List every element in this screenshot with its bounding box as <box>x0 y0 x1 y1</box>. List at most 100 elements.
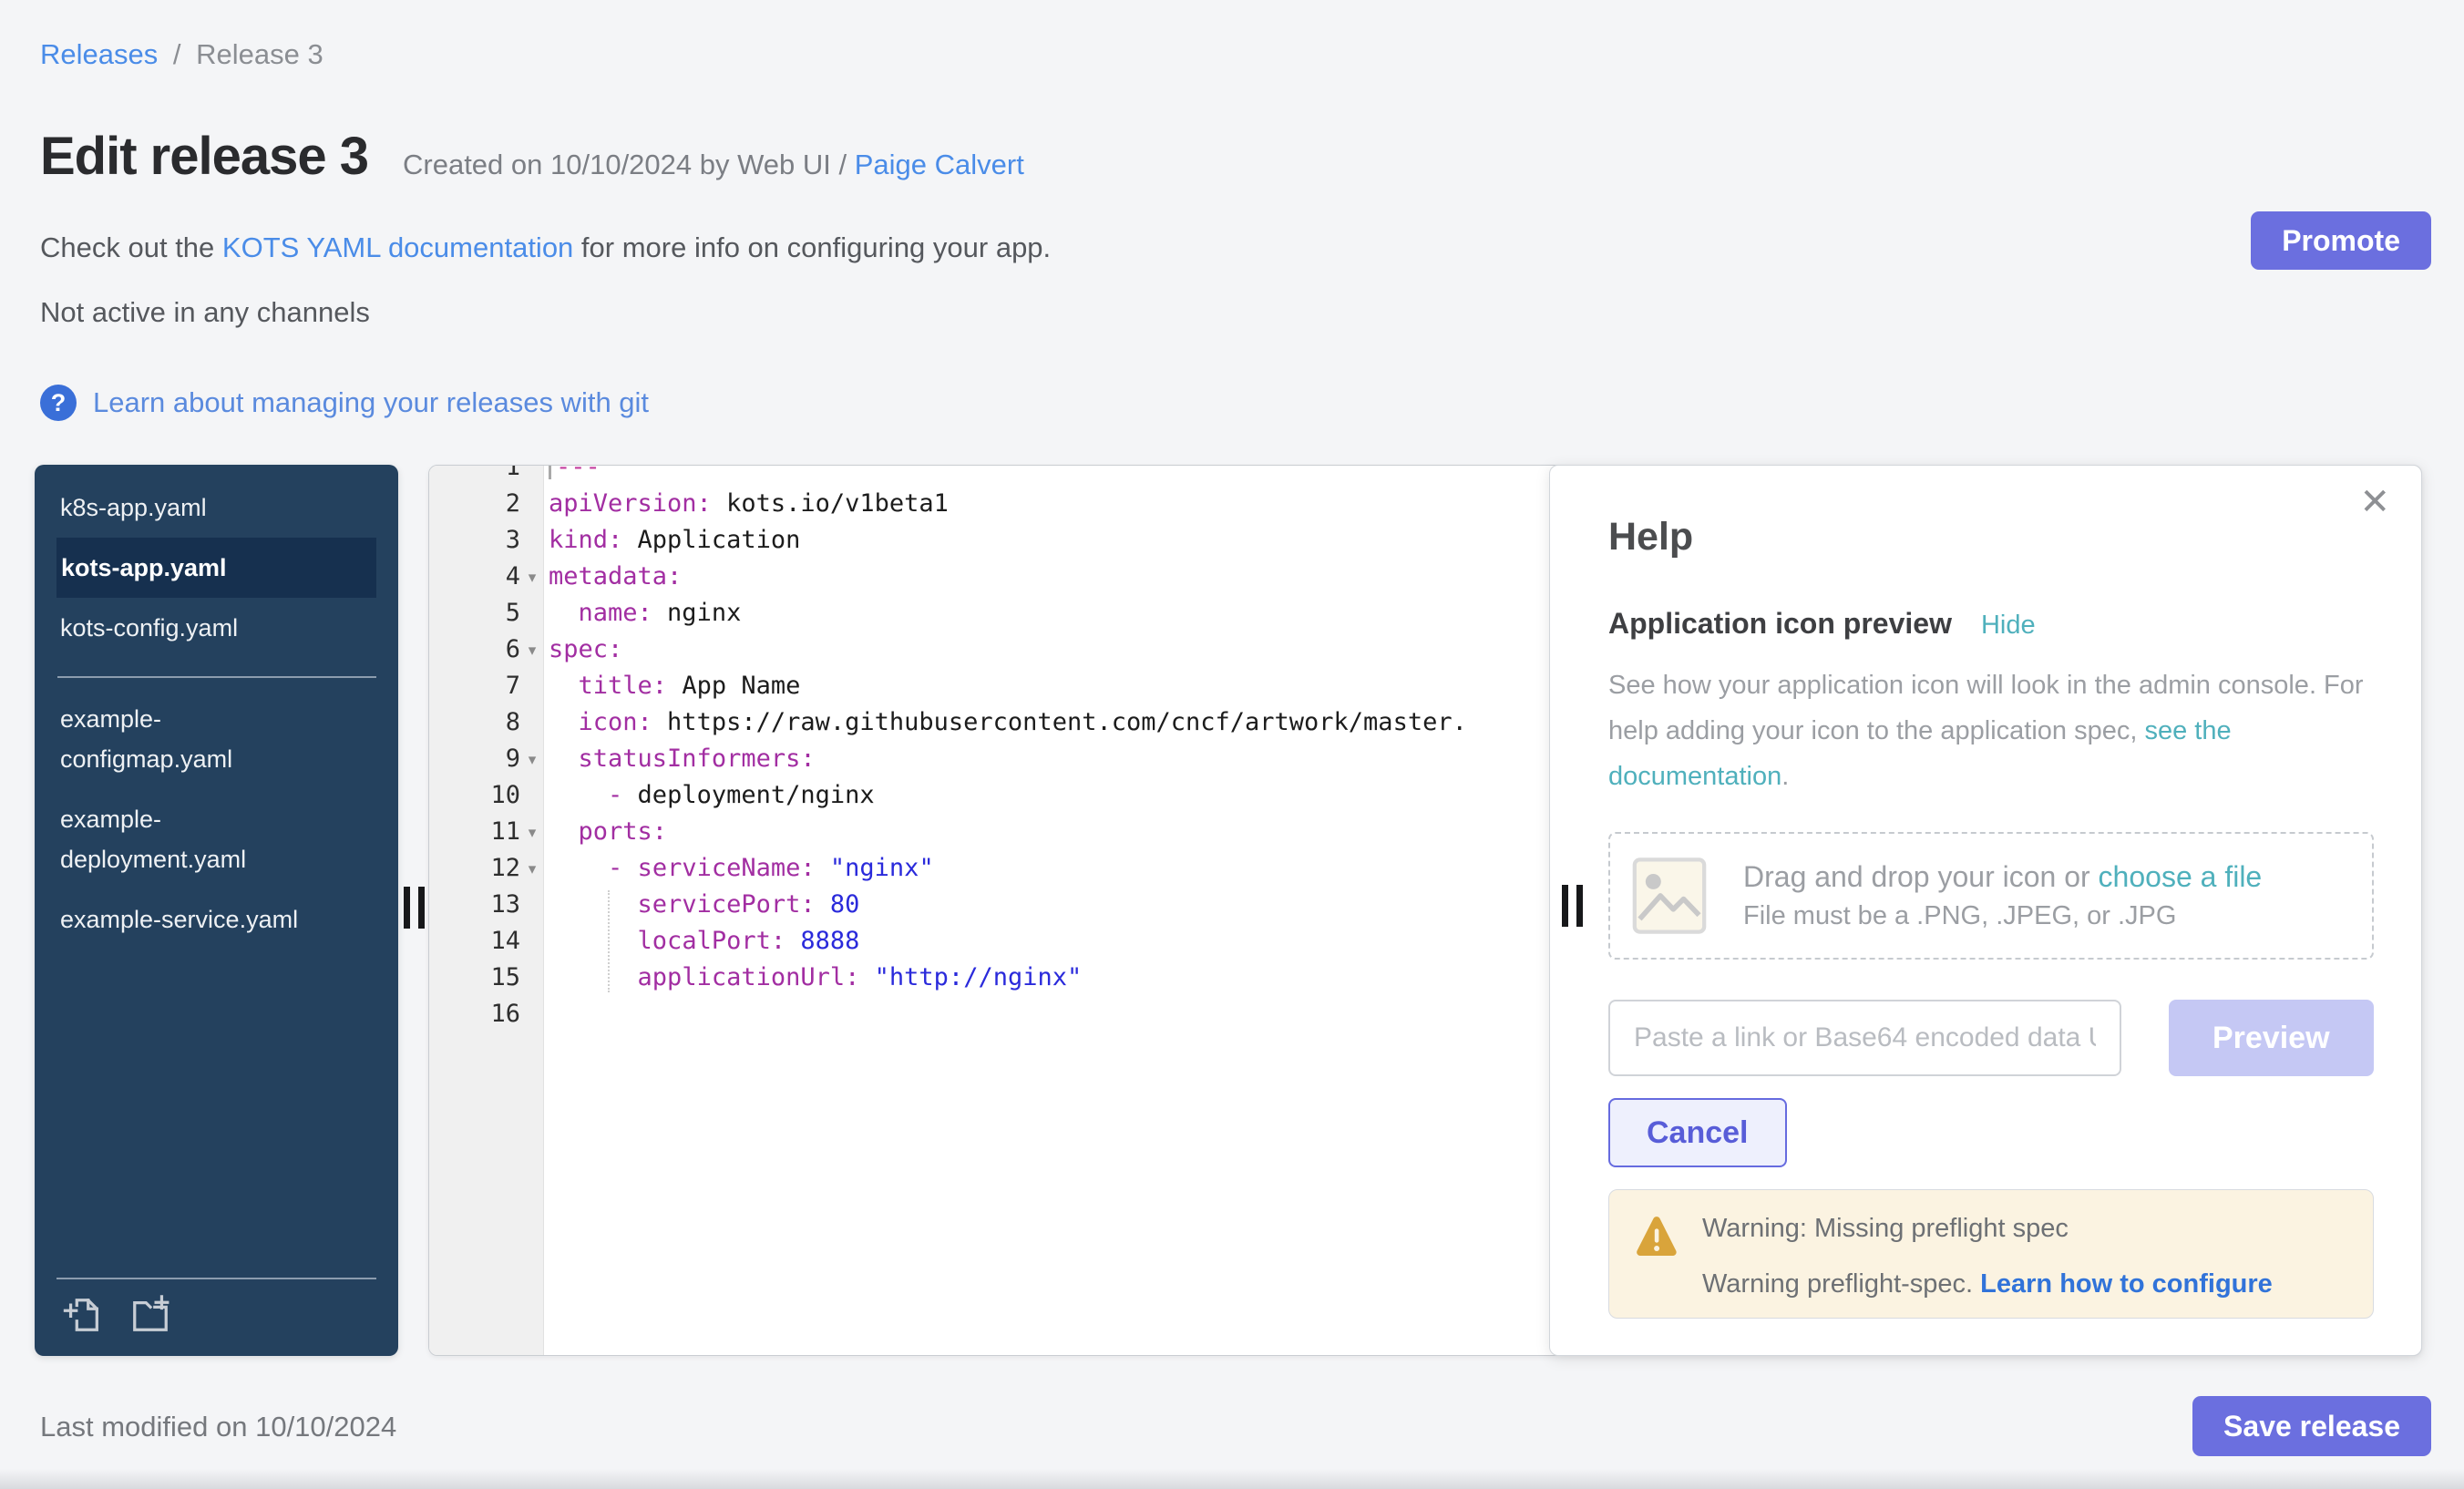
fold-spacer <box>520 595 544 632</box>
file-tree-panel: k8s-app.yamlkots-app.yamlkots-config.yam… <box>35 465 398 1356</box>
last-modified-text: Last modified on 10/10/2024 <box>40 1411 396 1443</box>
fold-spacer <box>520 887 544 923</box>
fold-spacer <box>520 996 544 1032</box>
git-help-link[interactable]: Learn about managing your releases with … <box>93 386 649 419</box>
line-number: 11 <box>429 814 520 850</box>
code-text: spec: <box>544 632 622 668</box>
indent-guide <box>608 890 610 992</box>
new-folder-icon[interactable] <box>129 1294 171 1336</box>
configure-preflight-link[interactable]: Learn how to configure <box>1980 1269 2273 1299</box>
preview-button[interactable]: Preview <box>2169 1000 2374 1076</box>
fold-spacer <box>520 960 544 996</box>
file-tab-kots-config.yaml[interactable]: kots-config.yaml <box>56 598 319 658</box>
fold-spacer <box>520 465 544 486</box>
fold-spacer <box>520 704 544 741</box>
line-number: 1 <box>429 465 520 486</box>
page: Releases / Release 3 Edit release 3 Crea… <box>0 0 2464 1489</box>
icon-url-row: Preview <box>1608 1000 2374 1076</box>
save-release-button[interactable]: Save release <box>2192 1396 2431 1456</box>
intro-after: for more info on configuring your app. <box>573 231 1051 263</box>
git-help-banner[interactable]: ? Learn about managing your releases wit… <box>40 385 649 421</box>
breadcrumb-releases-link[interactable]: Releases <box>40 38 158 70</box>
code-text: statusInformers: <box>544 741 816 777</box>
fold-spacer <box>520 668 544 704</box>
code-text <box>544 996 549 1032</box>
breadcrumb: Releases / Release 3 <box>40 38 323 71</box>
code-text: kind: Application <box>544 522 800 559</box>
file-tree-footer <box>56 1278 376 1356</box>
code-text: metadata: <box>544 559 682 595</box>
code-text: ports: <box>544 814 667 850</box>
line-number: 2 <box>429 486 520 522</box>
dropzone-prompt: Drag and drop your icon or <box>1743 860 2099 893</box>
warning-banner: Warning: Missing preflight spec Warning … <box>1608 1189 2374 1319</box>
created-by-link[interactable]: Paige Calvert <box>855 149 1024 180</box>
file-group-primary: k8s-app.yamlkots-app.yamlkots-config.yam… <box>56 478 376 658</box>
help-description-text: See how your application icon will look … <box>1608 671 2364 745</box>
file-tab-example-service.yaml[interactable]: example-service.yaml <box>56 889 319 950</box>
created-text: Created on 10/10/2024 by Web UI / <box>403 149 855 180</box>
hide-link[interactable]: Hide <box>1981 611 2036 641</box>
text-cursor <box>549 465 551 479</box>
help-section-title: Application icon preview <box>1608 607 1952 641</box>
fold-arrow-icon[interactable]: ▾ <box>520 814 544 850</box>
intro-before: Check out the <box>40 231 222 263</box>
dropzone-text: Drag and drop your icon or choose a file… <box>1743 860 2262 931</box>
icon-dropzone[interactable]: Drag and drop your icon or choose a file… <box>1608 832 2374 960</box>
file-tab-kots-app.yaml[interactable]: kots-app.yaml <box>56 538 376 598</box>
warning-icon <box>1635 1216 1679 1299</box>
fold-spacer <box>520 486 544 522</box>
fold-arrow-icon[interactable]: ▾ <box>520 559 544 595</box>
breadcrumb-separator: / <box>173 38 181 70</box>
question-circle-icon: ? <box>40 385 77 421</box>
help-section-head: Application icon preview Hide <box>1608 607 2374 641</box>
code-text: name: nginx <box>544 595 741 632</box>
code-text: title: App Name <box>544 668 800 704</box>
help-title: Help <box>1608 515 2374 560</box>
created-info: Created on 10/10/2024 by Web UI / Paige … <box>403 149 1024 181</box>
fold-spacer <box>520 777 544 814</box>
fold-spacer <box>520 923 544 960</box>
fold-arrow-icon[interactable]: ▾ <box>520 741 544 777</box>
code-text: - deployment/nginx <box>544 777 875 814</box>
kots-docs-link[interactable]: KOTS YAML documentation <box>222 231 573 263</box>
channel-status: Not active in any channels <box>40 296 370 329</box>
icon-url-input[interactable] <box>1608 1000 2121 1076</box>
filetree-resize-handle[interactable] <box>404 887 425 929</box>
close-icon[interactable]: ✕ <box>2359 484 2390 520</box>
line-number: 14 <box>429 923 520 960</box>
file-tab-k8s-app.yaml[interactable]: k8s-app.yaml <box>56 478 319 538</box>
choose-file-link[interactable]: choose a file <box>2099 860 2263 893</box>
code-text: servicePort: 80 <box>544 887 859 923</box>
file-tab-example-configmap.yaml[interactable]: example-configmap.yaml <box>56 689 319 789</box>
image-placeholder-icon <box>1632 857 1707 935</box>
help-description: See how your application icon will look … <box>1608 662 2374 799</box>
line-number: 3 <box>429 522 520 559</box>
line-number: 16 <box>429 996 520 1032</box>
line-number: 8 <box>429 704 520 741</box>
code-text: apiVersion: kots.io/v1beta1 <box>544 486 949 522</box>
line-number: 10 <box>429 777 520 814</box>
line-number: 5 <box>429 595 520 632</box>
breadcrumb-current: Release 3 <box>196 38 323 70</box>
line-number: 7 <box>429 668 520 704</box>
page-title: Edit release 3 <box>40 126 368 187</box>
code-text: --- <box>544 465 601 486</box>
warning-body-text: Warning preflight-spec. <box>1702 1269 1980 1299</box>
fold-spacer <box>520 522 544 559</box>
fold-arrow-icon[interactable]: ▾ <box>520 632 544 668</box>
line-number: 15 <box>429 960 520 996</box>
cancel-button[interactable]: Cancel <box>1608 1098 1787 1167</box>
line-number: 13 <box>429 887 520 923</box>
dropzone-hint: File must be a .PNG, .JPEG, or .JPG <box>1743 901 2262 931</box>
file-tab-example-deployment.yaml[interactable]: example-deployment.yaml <box>56 789 319 889</box>
file-tree-divider <box>57 676 376 678</box>
line-number: 9 <box>429 741 520 777</box>
fold-arrow-icon[interactable]: ▾ <box>520 850 544 887</box>
help-panel-resize-handle[interactable] <box>1562 885 1583 927</box>
code-text: icon: https://raw.githubusercontent.com/… <box>544 704 1467 741</box>
code-text: applicationUrl: "http://nginx" <box>544 960 1082 996</box>
new-file-icon[interactable] <box>62 1294 104 1336</box>
help-description-suffix: . <box>1781 762 1789 791</box>
promote-button[interactable]: Promote <box>2251 211 2431 270</box>
